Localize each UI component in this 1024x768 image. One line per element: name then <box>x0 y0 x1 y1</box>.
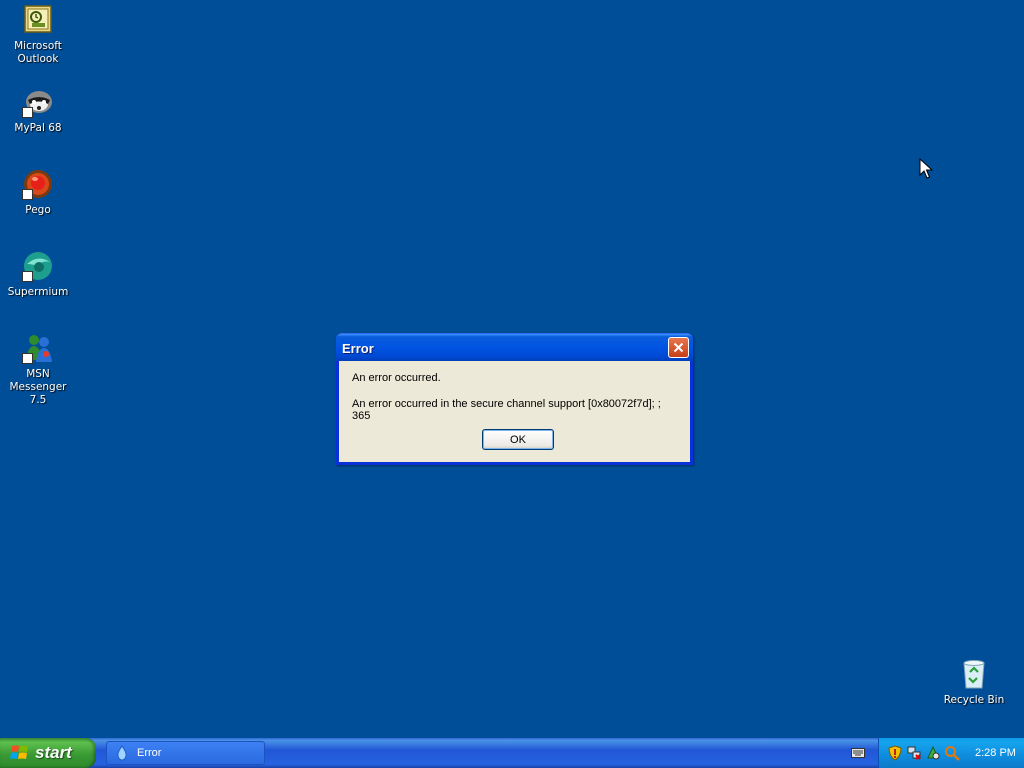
shortcut-arrow-icon <box>22 271 33 282</box>
close-button[interactable] <box>668 337 689 358</box>
error-detail-message: An error occurred in the secure channel … <box>352 398 661 422</box>
shortcut-arrow-icon <box>22 107 33 118</box>
dialog-titlebar[interactable]: Error <box>336 333 693 361</box>
msn-messenger-icon <box>22 332 54 364</box>
error-message: An error occurred. <box>352 372 441 384</box>
supermium-icon <box>22 250 54 282</box>
desktop-icon-pego[interactable]: Pego <box>0 168 76 217</box>
mypal-icon <box>22 86 54 118</box>
keyboard-icon[interactable] <box>851 747 865 759</box>
desktop-icon-label: Supermium <box>7 286 69 298</box>
taskbar-item-label: Error <box>137 747 162 759</box>
outlook-icon <box>22 4 54 36</box>
system-tray: 2:28 PM <box>878 738 1024 768</box>
ok-button[interactable]: OK <box>482 429 554 450</box>
desktop-icon-label: Microsoft Outlook <box>14 40 62 65</box>
search-icon[interactable] <box>944 745 960 761</box>
network-icon[interactable] <box>906 745 922 761</box>
pego-icon <box>22 168 54 200</box>
taskbar-item-error[interactable]: Error <box>106 741 265 765</box>
desktop-icon-supermium[interactable]: Supermium <box>0 250 76 299</box>
start-label: start <box>35 743 72 762</box>
close-icon <box>673 342 684 353</box>
desktop-icon-outlook[interactable]: Microsoft Outlook <box>0 4 76 66</box>
desktop-icon-label: Pego <box>25 204 51 216</box>
recycle-bin-icon <box>958 658 990 690</box>
desktop-icon-mypal[interactable]: MyPal 68 <box>0 86 76 135</box>
dialog-body: An error occurred. An error occurred in … <box>352 372 682 422</box>
windows-logo-icon <box>10 745 28 759</box>
desktop-icon-label: MyPal 68 <box>14 122 62 134</box>
shortcut-arrow-icon <box>22 353 33 364</box>
app-icon <box>117 745 127 761</box>
desktop-icon-msn-messenger[interactable]: MSN Messenger 7.5 <box>0 332 76 407</box>
error-dialog: Error An error occurred. An error occurr… <box>336 333 693 465</box>
shortcut-arrow-icon <box>22 189 33 200</box>
security-shield-icon[interactable] <box>887 745 903 761</box>
clock: 2:28 PM <box>975 747 1016 759</box>
dialog-title: Error <box>342 341 374 356</box>
taskbar: start Error 2:28 PM <box>0 738 1024 768</box>
update-icon[interactable] <box>925 745 941 761</box>
desktop-icon-label: MSN Messenger 7.5 <box>9 368 67 406</box>
start-button[interactable]: start <box>0 738 96 768</box>
desktop-icon-recycle-bin[interactable]: Recycle Bin <box>936 658 1012 707</box>
desktop-icon-label: Recycle Bin <box>943 694 1005 706</box>
mouse-cursor-icon <box>919 158 933 179</box>
